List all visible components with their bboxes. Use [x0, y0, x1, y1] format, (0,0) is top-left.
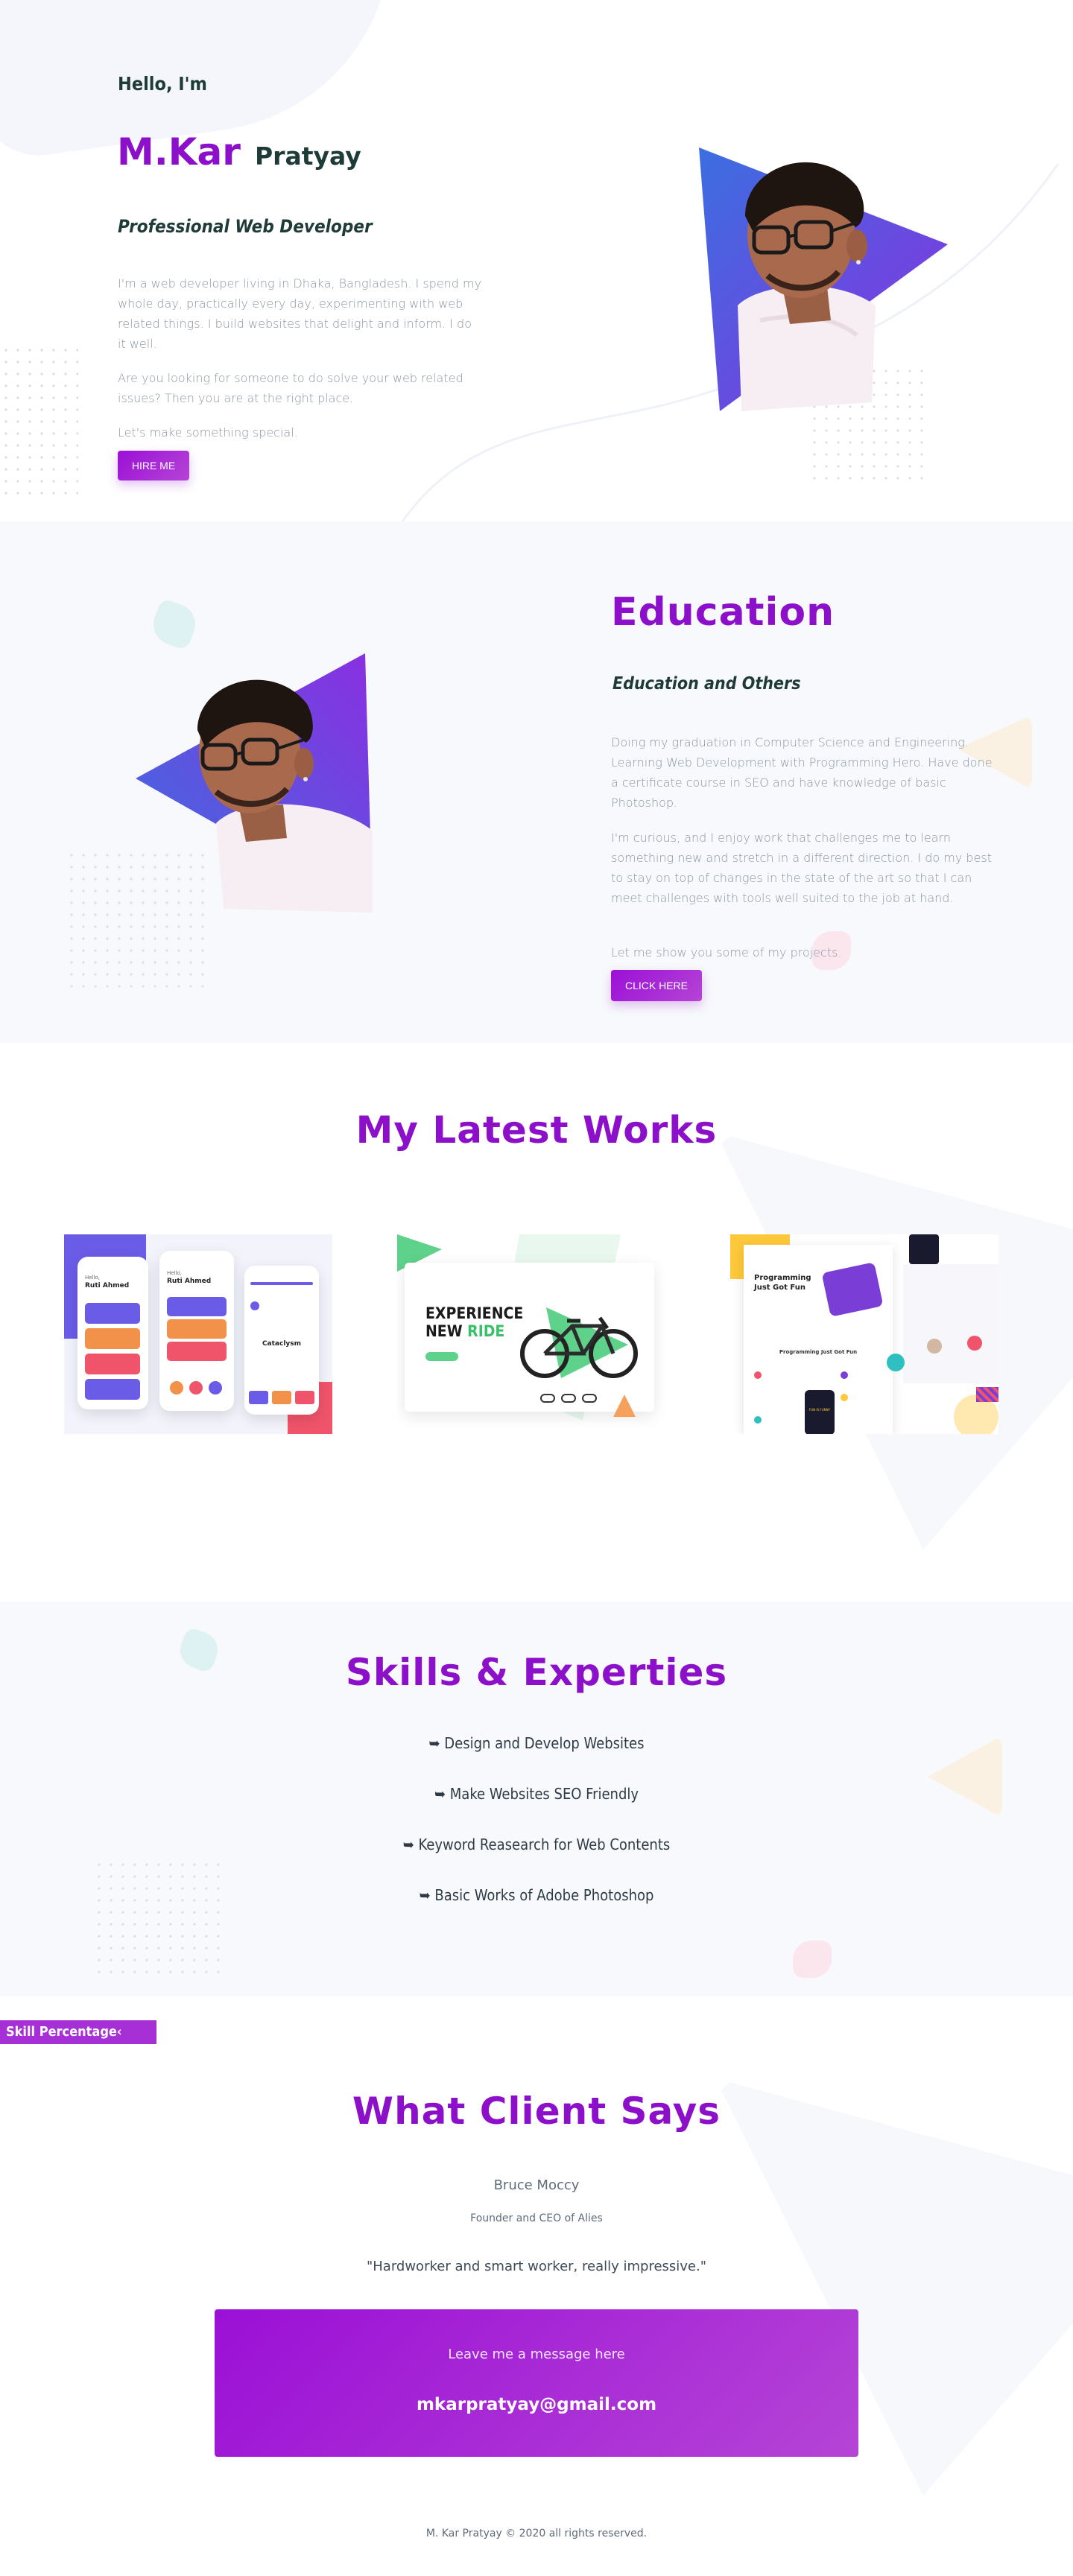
education-profile-photo	[136, 653, 373, 913]
card2-bicycle	[520, 1307, 638, 1378]
card1-avatar	[250, 1301, 259, 1310]
card1-btn	[272, 1391, 291, 1404]
hero-name-first: M.Kar	[117, 130, 241, 174]
hero-greeting: Hello, I'm	[118, 73, 207, 95]
skill-item: ➥ Make Websites SEO Friendly	[434, 1785, 639, 1803]
card3-dot	[754, 1416, 762, 1424]
card1-greet-a: Hello,	[85, 1275, 100, 1281]
hero-section: Hello, I'm M.Kar Pratyay Professional We…	[0, 0, 1073, 521]
card1-progress	[250, 1282, 313, 1285]
card2-window: EXPERIENCE NEW RIDE	[405, 1263, 654, 1412]
card2-thumb	[582, 1394, 597, 1403]
skill-percentage-tab[interactable]: Skill Percentage‹	[0, 2020, 156, 2044]
client-name: Bruce Moccy	[493, 2177, 580, 2193]
contact-email[interactable]: mkarpratyay@gmail.com	[215, 2395, 858, 2414]
card1-tile	[167, 1342, 227, 1361]
education-para-3: Let me show you some of my projects.	[611, 945, 842, 959]
hero-dots-left	[0, 344, 78, 501]
skills-dots	[93, 1859, 224, 1978]
card1-tile	[167, 1319, 227, 1339]
education-section: Education Education and Others Doing my …	[0, 521, 1073, 1043]
work-card-mobile-app[interactable]: Hello, Ruti Ahmed Hello, Ruti Ahmed Cata…	[64, 1234, 332, 1434]
skills-deco-pink	[793, 1941, 832, 1978]
hero-profile-photo	[699, 147, 948, 411]
skill-item: ➥ Basic Works of Adobe Photoshop	[419, 1886, 654, 1904]
card1-tile	[85, 1354, 140, 1374]
hero-role: Professional Web Developer	[118, 216, 373, 237]
card3-deco-cyan	[887, 1354, 905, 1371]
hero-para-3: Let's make something special.	[118, 425, 298, 440]
skill-item: ➥ Design and Develop Websites	[428, 1734, 645, 1752]
click-here-button[interactable]: CLICK HERE	[611, 970, 702, 1001]
hero-name-last: Pratyay	[255, 142, 361, 171]
card1-phone-3: Cataclysm	[244, 1266, 319, 1415]
hero-name: M.Kar Pratyay	[117, 130, 361, 174]
education-title: Education	[611, 590, 835, 635]
card3-phone-dark: FUN IS FUNNY	[805, 1390, 835, 1434]
card2-thumb	[540, 1394, 555, 1403]
card1-label: Cataclysm	[262, 1340, 302, 1348]
card1-dot	[209, 1381, 222, 1395]
contact-prompt: Leave me a message here	[448, 2347, 625, 2362]
hero-para-2: Are you looking for someone to do solve …	[118, 371, 463, 405]
card3-section: Programming Just Got Fun	[779, 1349, 858, 1355]
card3-phone-art	[821, 1262, 884, 1317]
card2-headline-c: RIDE	[467, 1322, 505, 1340]
card1-dot	[189, 1381, 203, 1395]
hire-me-button[interactable]: HIRE ME	[118, 451, 189, 480]
card3-phone-top	[909, 1234, 939, 1264]
hero-para-1: I'm a web developer living in Dhaka, Ban…	[118, 276, 482, 351]
work-card-bike-ride[interactable]: EXPERIENCE NEW RIDE	[397, 1234, 665, 1434]
works-section: My Latest Works Hello, Ruti Ahmed Hello,…	[0, 1043, 1073, 1602]
works-title: My Latest Works	[355, 1108, 718, 1152]
card1-btn	[295, 1391, 314, 1404]
card3-page: Programming Just Got Fun Programming Jus…	[744, 1245, 893, 1434]
card2-headline: EXPERIENCE NEW RIDE	[425, 1304, 523, 1340]
card3-headline: Programming Just Got Fun	[754, 1274, 811, 1292]
card1-tile	[85, 1379, 140, 1400]
card1-tile	[85, 1303, 140, 1324]
card1-name-a: Ruti Ahmed	[85, 1282, 130, 1289]
card3-side-panel	[903, 1264, 998, 1383]
card3-dot	[754, 1371, 762, 1379]
card1-phone-1: Hello, Ruti Ahmed	[77, 1257, 148, 1409]
skill-item: ➥ Keyword Reasearch for Web Contents	[402, 1836, 671, 1853]
card3-avatar	[927, 1339, 942, 1354]
card1-tile	[167, 1297, 227, 1316]
card1-greet-b: Hello,	[167, 1270, 182, 1276]
education-para-1: Doing my graduation in Computer Science …	[611, 735, 993, 810]
education-para-2: I'm curious, and I enjoy work that chall…	[611, 831, 993, 905]
card1-phone-2: Hello, Ruti Ahmed	[159, 1251, 234, 1411]
skills-title: Skills & Experties	[345, 1651, 728, 1694]
client-title: What Client Says	[352, 2090, 721, 2133]
card3-avatar	[967, 1336, 982, 1351]
card2-cta	[425, 1352, 458, 1361]
card3-dot	[841, 1371, 848, 1379]
card3-deco-stripes	[976, 1387, 998, 1402]
card2-headline-b: NEW	[425, 1322, 463, 1340]
card2-thumb	[561, 1394, 576, 1403]
card1-tile	[85, 1328, 140, 1349]
footer-text: M. Kar Pratyay © 2020 all rights reserve…	[425, 2528, 648, 2539]
card1-name-b: Ruti Ahmed	[167, 1278, 212, 1285]
card1-dot	[170, 1381, 183, 1395]
card2-headline-line2: NEW RIDE	[425, 1322, 523, 1340]
client-position: Founder and CEO of Alies	[470, 2212, 603, 2224]
client-section: Skill Percentage‹ What Client Says Bruce…	[0, 1996, 1073, 2576]
skills-section: Skills & Experties ➥ Design and Develop …	[0, 1602, 1073, 1996]
education-subtitle: Education and Others	[613, 674, 801, 694]
edu-deco-teal	[148, 597, 201, 651]
card3-dot	[841, 1394, 848, 1401]
contact-box: Leave me a message here mkarpratyay@gmai…	[215, 2309, 858, 2457]
card2-headline-a: EXPERIENCE	[425, 1304, 524, 1322]
client-quote: "Hardworker and smart worker, really imp…	[366, 2259, 707, 2274]
card1-btn	[249, 1391, 268, 1404]
work-card-programming[interactable]: Programming Just Got Fun Programming Jus…	[730, 1234, 998, 1434]
card3-badge: FUN IS FUNNY	[808, 1408, 831, 1412]
